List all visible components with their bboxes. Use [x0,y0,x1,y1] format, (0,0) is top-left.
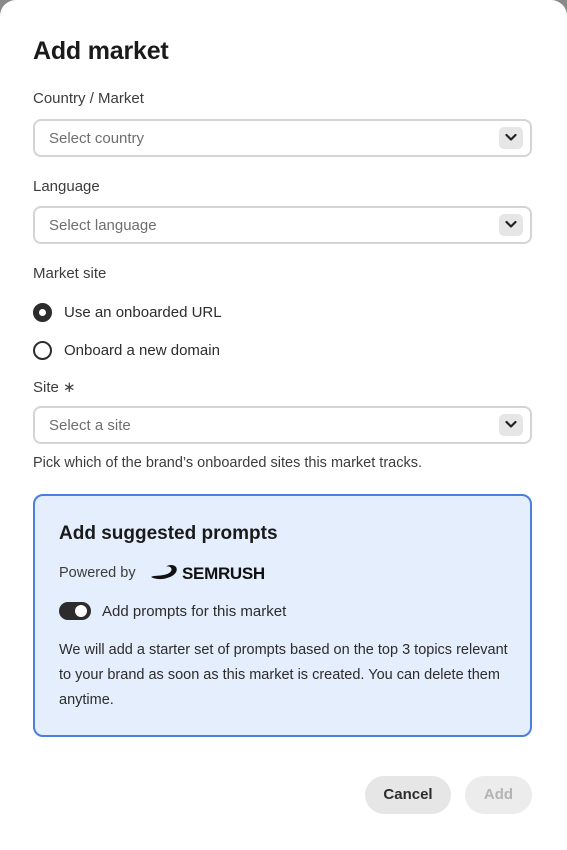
country-label: Country / Market [33,90,144,107]
semrush-logo-icon [151,565,177,580]
language-label: Language [33,178,100,195]
chevron-down-icon[interactable] [499,214,523,236]
radio-button-selected[interactable] [33,303,52,322]
dialog-title: Add market [33,37,169,65]
panel-description: We will add a starter set of prompts bas… [59,642,508,708]
radio-label: Use an onboarded URL [64,304,222,321]
site-label: Site ∗ [33,379,76,396]
radio-button[interactable] [33,341,52,360]
add-market-dialog: Add market Country / Market Select count… [0,0,567,850]
chevron-down-icon[interactable] [499,414,523,436]
radio-label: Onboard a new domain [64,342,220,359]
country-select[interactable]: Select country [33,119,532,157]
language-select[interactable]: Select language [33,206,532,244]
country-placeholder: Select country [49,130,145,147]
cancel-button[interactable]: Cancel [365,776,451,814]
site-placeholder: Select a site [49,417,131,434]
market-site-label: Market site [33,265,107,282]
toggle-label: Add prompts for this market [102,603,287,620]
chevron-down-icon[interactable] [499,127,523,149]
semrush-wordmark: SEMRUSH [182,564,265,583]
site-select[interactable]: Select a site [33,406,532,444]
panel-title: Add suggested prompts [59,523,278,544]
language-placeholder: Select language [49,217,157,234]
add-button[interactable]: Add [465,776,532,814]
powered-by-label: Powered by [59,565,136,581]
add-prompts-toggle[interactable] [59,602,91,620]
site-help-text: Pick which of the brand’s onboarded site… [33,455,423,471]
suggested-prompts-panel: Add suggested prompts Powered by SEMRUSH… [33,494,532,737]
